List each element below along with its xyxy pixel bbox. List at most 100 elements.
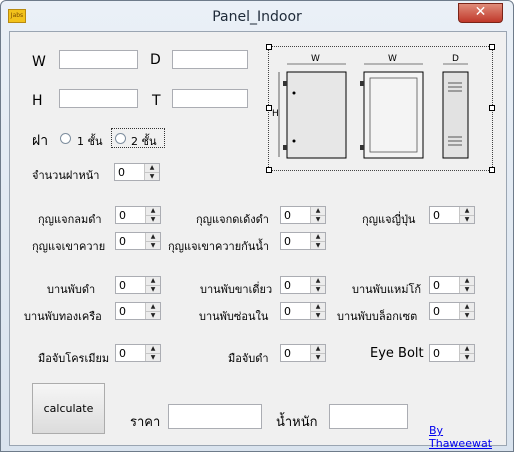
spin-up-icon[interactable]: ▲ bbox=[460, 303, 474, 311]
app-window: Jabs Panel_Indoor ✕ W D H T ฝา 1 ชั้น 2 … bbox=[0, 0, 514, 452]
spin-up-icon[interactable]: ▲ bbox=[146, 303, 160, 311]
handle-black-stepper[interactable]: 0 ▲ ▼ bbox=[280, 344, 326, 362]
label-weight: น้ำหนัก bbox=[276, 415, 318, 430]
diagram-label-w: W bbox=[311, 54, 320, 64]
resize-handle bbox=[489, 105, 495, 111]
label-price: ราคา bbox=[130, 415, 161, 430]
spin-down-icon[interactable]: ▼ bbox=[146, 215, 160, 224]
stepper-value: 0 bbox=[284, 305, 291, 318]
spin-down-icon[interactable]: ▼ bbox=[460, 311, 474, 320]
label-w: W bbox=[32, 54, 46, 70]
key-horn-stepper[interactable]: 0 ▲ ▼ bbox=[115, 232, 161, 250]
spin-down-icon[interactable]: ▼ bbox=[146, 311, 160, 320]
label-key-horn: กุญแจเขาควาย bbox=[32, 240, 106, 253]
spin-up-icon[interactable]: ▲ bbox=[460, 207, 474, 215]
spin-up-icon[interactable]: ▲ bbox=[311, 277, 325, 285]
label-lid: ฝา bbox=[32, 133, 49, 149]
key-push-black-stepper[interactable]: 0 ▲ ▼ bbox=[280, 206, 326, 224]
cabinet-diagram: W W D H bbox=[266, 44, 495, 173]
key-round-black-stepper[interactable]: 0 ▲ ▼ bbox=[115, 206, 161, 224]
hinge-black-stepper[interactable]: 0 ▲ ▼ bbox=[115, 276, 161, 294]
spin-down-icon[interactable]: ▼ bbox=[460, 215, 474, 224]
weight-output[interactable] bbox=[329, 404, 408, 429]
spin-up-icon[interactable]: ▲ bbox=[460, 345, 474, 353]
lid-double-label: 2 ชั้น bbox=[131, 135, 157, 148]
label-key-push-black: กุญแจกดเด้งดำ bbox=[196, 213, 269, 226]
stepper-value: 0 bbox=[118, 166, 125, 179]
stepper-value: 0 bbox=[119, 235, 126, 248]
spin-up-icon[interactable]: ▲ bbox=[145, 164, 159, 172]
stepper-value: 0 bbox=[284, 347, 291, 360]
label-key-horn-waterproof: กุญแจเขาควายกันน้ำ bbox=[168, 240, 270, 253]
calculate-button[interactable]: calculate bbox=[32, 383, 105, 434]
hinge-single-leg-stepper[interactable]: 0 ▲ ▼ bbox=[280, 276, 326, 294]
label-hinge-single-leg: บานพับขาเดี่ยว bbox=[200, 283, 273, 296]
price-output[interactable] bbox=[168, 404, 262, 429]
spin-up-icon[interactable]: ▲ bbox=[146, 345, 160, 353]
handle-chrome-stepper[interactable]: 0 ▲ ▼ bbox=[115, 344, 161, 362]
label-handle-chrome: มือจับโครเมียม bbox=[38, 352, 110, 365]
hinge-block-set-stepper[interactable]: 0 ▲ ▼ bbox=[429, 302, 475, 320]
label-h: H bbox=[32, 93, 43, 109]
label-key-japanese: กุญแจญี่ปุ่น bbox=[362, 213, 416, 226]
label-hinge-concealed: บานพับซ่อนใน bbox=[199, 310, 269, 323]
key-japanese-stepper[interactable]: 0 ▲ ▼ bbox=[429, 206, 475, 224]
label-front-lid-count: จำนวนฝาหน้า bbox=[32, 169, 100, 182]
spin-up-icon[interactable]: ▲ bbox=[311, 345, 325, 353]
diagram-label-h: H bbox=[272, 109, 279, 119]
stepper-value: 0 bbox=[284, 209, 291, 222]
stepper-value: 0 bbox=[119, 209, 126, 222]
stepper-value: 0 bbox=[119, 305, 126, 318]
spin-down-icon[interactable]: ▼ bbox=[311, 215, 325, 224]
spin-down-icon[interactable]: ▼ bbox=[311, 285, 325, 294]
spin-down-icon[interactable]: ▼ bbox=[311, 353, 325, 362]
stepper-value: 0 bbox=[433, 347, 440, 360]
spin-down-icon[interactable]: ▼ bbox=[311, 241, 325, 250]
thickness-input[interactable] bbox=[172, 89, 248, 108]
diagram-label-d: D bbox=[452, 54, 459, 64]
spin-down-icon[interactable]: ▼ bbox=[146, 241, 160, 250]
label-hinge-black: บานพับดำ bbox=[47, 283, 96, 296]
label-t: T bbox=[152, 93, 161, 109]
credit-link[interactable]: By Thaweewat bbox=[429, 424, 506, 450]
stepper-value: 0 bbox=[433, 279, 440, 292]
diagram-label-w-2: W bbox=[388, 54, 397, 64]
cabinet-drawing bbox=[278, 63, 469, 159]
lid-double-radio[interactable] bbox=[115, 133, 126, 144]
title-bar[interactable]: Jabs Panel_Indoor ✕ bbox=[1, 1, 513, 32]
spin-up-icon[interactable]: ▲ bbox=[311, 233, 325, 241]
stepper-value: 0 bbox=[119, 279, 126, 292]
hinge-concealed-stepper[interactable]: 0 ▲ ▼ bbox=[280, 302, 326, 320]
stepper-value: 0 bbox=[284, 279, 291, 292]
spin-down-icon[interactable]: ▼ bbox=[146, 353, 160, 362]
spin-up-icon[interactable]: ▲ bbox=[311, 207, 325, 215]
close-button[interactable]: ✕ bbox=[458, 3, 503, 23]
spin-up-icon[interactable]: ▲ bbox=[146, 233, 160, 241]
resize-handle bbox=[489, 167, 495, 173]
spin-down-icon[interactable]: ▼ bbox=[460, 353, 474, 362]
lid-single-radio[interactable] bbox=[60, 133, 71, 144]
spin-down-icon[interactable]: ▼ bbox=[460, 285, 474, 294]
height-input[interactable] bbox=[59, 89, 138, 108]
spin-up-icon[interactable]: ▲ bbox=[460, 277, 474, 285]
depth-input[interactable] bbox=[172, 50, 248, 69]
spin-up-icon[interactable]: ▲ bbox=[146, 277, 160, 285]
spin-up-icon[interactable]: ▲ bbox=[146, 207, 160, 215]
spin-down-icon[interactable]: ▼ bbox=[146, 285, 160, 294]
stepper-value: 0 bbox=[433, 305, 440, 318]
hinge-maeko-stepper[interactable]: 0 ▲ ▼ bbox=[429, 276, 475, 294]
resize-handle bbox=[489, 44, 495, 50]
hinge-brass-stepper[interactable]: 0 ▲ ▼ bbox=[115, 302, 161, 320]
spin-down-icon[interactable]: ▼ bbox=[311, 311, 325, 320]
width-input[interactable] bbox=[59, 50, 138, 69]
spin-down-icon[interactable]: ▼ bbox=[145, 172, 159, 181]
front-lid-count-stepper[interactable]: 0 ▲ ▼ bbox=[114, 163, 160, 181]
eye-bolt-stepper[interactable]: 0 ▲ ▼ bbox=[429, 344, 475, 362]
label-handle-black: มือจับดำ bbox=[228, 352, 269, 365]
spin-up-icon[interactable]: ▲ bbox=[311, 303, 325, 311]
key-horn-waterproof-stepper[interactable]: 0 ▲ ▼ bbox=[280, 232, 326, 250]
stepper-value: 0 bbox=[119, 347, 126, 360]
label-key-round-black: กุญแจกลมดำ bbox=[38, 213, 102, 226]
label-hinge-maeko: บานพับแหม่โก้ bbox=[352, 283, 422, 296]
form-body: W D H T ฝา 1 ชั้น 2 ชั้น จำนวนฝาหน้า 0 ▲… bbox=[9, 31, 507, 450]
